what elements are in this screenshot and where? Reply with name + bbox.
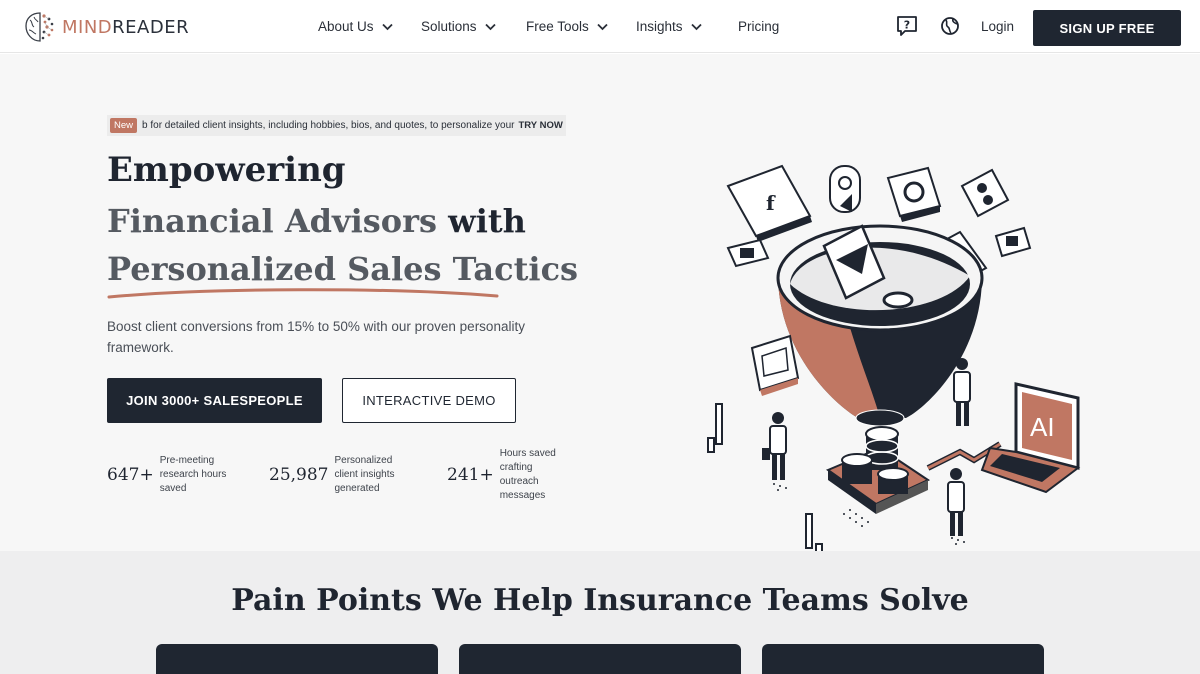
chevron-down-icon (484, 23, 496, 30)
stat-research-hours: 647+ Pre-meeting research hours saved (107, 454, 226, 496)
laptop-ai-text: AI (1030, 412, 1055, 442)
stat-label: Personalized client insights generated (334, 454, 394, 496)
stat-hours-saved: 241+ Hours saved crafting outreach messa… (447, 447, 556, 503)
nav-solutions-label: Solutions (421, 19, 477, 34)
stat-label-line: Hours saved (499, 448, 556, 459)
brain-logo-icon (25, 12, 54, 42)
chevron-down-icon (690, 23, 702, 30)
nav-about-us[interactable]: About Us (318, 19, 393, 34)
headline-with: with (448, 202, 526, 240)
headline-financial-advisors: Financial Advisors (107, 202, 437, 240)
join-salespeople-button[interactable]: JOIN 3000+ SALESPEOPLE (107, 378, 322, 423)
stat-label-line: Personalized (334, 455, 393, 466)
nav-free-tools-label: Free Tools (526, 19, 589, 34)
help-chat-icon[interactable]: ? (896, 15, 918, 37)
person-standing-icon (953, 358, 971, 426)
instagram-card-icon (886, 166, 942, 222)
hero-subtitle: Boost client conversions from 15% to 50%… (107, 319, 525, 355)
ai-laptop-icon: AI (980, 382, 1081, 494)
stat-value: 241+ (447, 465, 494, 485)
pinterest-card-icon (829, 165, 861, 213)
funnel-icon (776, 224, 984, 427)
stat-label-line: client insights (334, 469, 395, 480)
stat-label-line: messages (499, 490, 546, 501)
chevron-down-icon (597, 23, 608, 30)
globe-icon[interactable] (940, 16, 960, 36)
announcement-banner[interactable]: New b for detailed client insights, incl… (107, 115, 566, 136)
stat-value: 647+ (107, 465, 154, 485)
stat-label-line: saved (159, 483, 187, 494)
nav-solutions[interactable]: Solutions (421, 19, 496, 34)
logo-text: MINDREADER (62, 17, 189, 38)
stat-label-line: research hours (159, 469, 227, 480)
pain-point-card[interactable] (459, 644, 741, 674)
coin-platform-icon (825, 426, 931, 514)
mailbox-icon (750, 334, 800, 396)
nav-pricing[interactable]: Pricing (738, 19, 779, 34)
interactive-demo-button[interactable]: INTERACTIVE DEMO (342, 378, 516, 423)
stat-label: Pre-meeting research hours saved (160, 454, 227, 496)
pain-points-title: Pain Points We Help Insurance Teams Solv… (231, 583, 969, 618)
pain-point-card[interactable] (156, 644, 438, 674)
stat-value: 25,987 (269, 465, 329, 485)
sign-up-button[interactable]: SIGN UP FREE (1033, 10, 1181, 46)
nav-free-tools[interactable]: Free Tools (526, 19, 608, 34)
nav-insights[interactable]: Insights (636, 19, 702, 34)
stat-label-line: generated (334, 483, 380, 494)
small-card-icon (726, 238, 770, 268)
headline-line-3: Personalized Sales Tactics (107, 250, 579, 288)
top-navbar: MINDREADER About Us Solutions Free Tools… (0, 0, 1200, 53)
chevron-down-icon (381, 23, 393, 30)
person-left-icon (762, 412, 787, 480)
headline-line-2: Financial Advisors with (107, 202, 526, 240)
logo[interactable]: MINDREADER (22, 10, 189, 44)
small-square-icon (994, 226, 1032, 258)
try-now-link[interactable]: TRY NOW (518, 120, 562, 131)
pillar-icon (707, 403, 823, 555)
hero-section: New b for detailed client insights, incl… (0, 54, 1200, 555)
logo-text-reader: READER (112, 16, 190, 38)
login-link[interactable]: Login (981, 19, 1014, 34)
svg-text:?: ? (904, 19, 910, 32)
stat-label-line: Pre-meeting (159, 455, 215, 466)
headline-line-1: Empowering (107, 150, 346, 190)
pain-point-card[interactable] (762, 644, 1044, 674)
link-card-icon (960, 168, 1010, 218)
stat-label: Hours saved crafting outreach messages (500, 447, 556, 503)
stat-label-line: crafting (499, 462, 533, 473)
logo-text-mind: MIND (62, 16, 113, 38)
stat-client-insights: 25,987 Personalized client insights gene… (269, 454, 395, 496)
person-right-icon (947, 468, 965, 536)
stat-label-line: outreach (499, 476, 539, 487)
banner-text: b for detailed client insights, includin… (142, 120, 515, 131)
facebook-card-icon: f (726, 164, 812, 242)
pain-points-section: Pain Points We Help Insurance Teams Solv… (0, 551, 1200, 674)
sales-funnel-illustration: f AI (707, 164, 1081, 555)
nav-insights-label: Insights (636, 19, 683, 34)
headline-underline-decoration (107, 288, 499, 299)
svg-text:f: f (766, 191, 776, 215)
coin-icon (882, 291, 914, 309)
new-badge: New (110, 118, 138, 133)
nav-about-us-label: About Us (318, 19, 374, 34)
nav-pricing-label: Pricing (738, 19, 780, 34)
